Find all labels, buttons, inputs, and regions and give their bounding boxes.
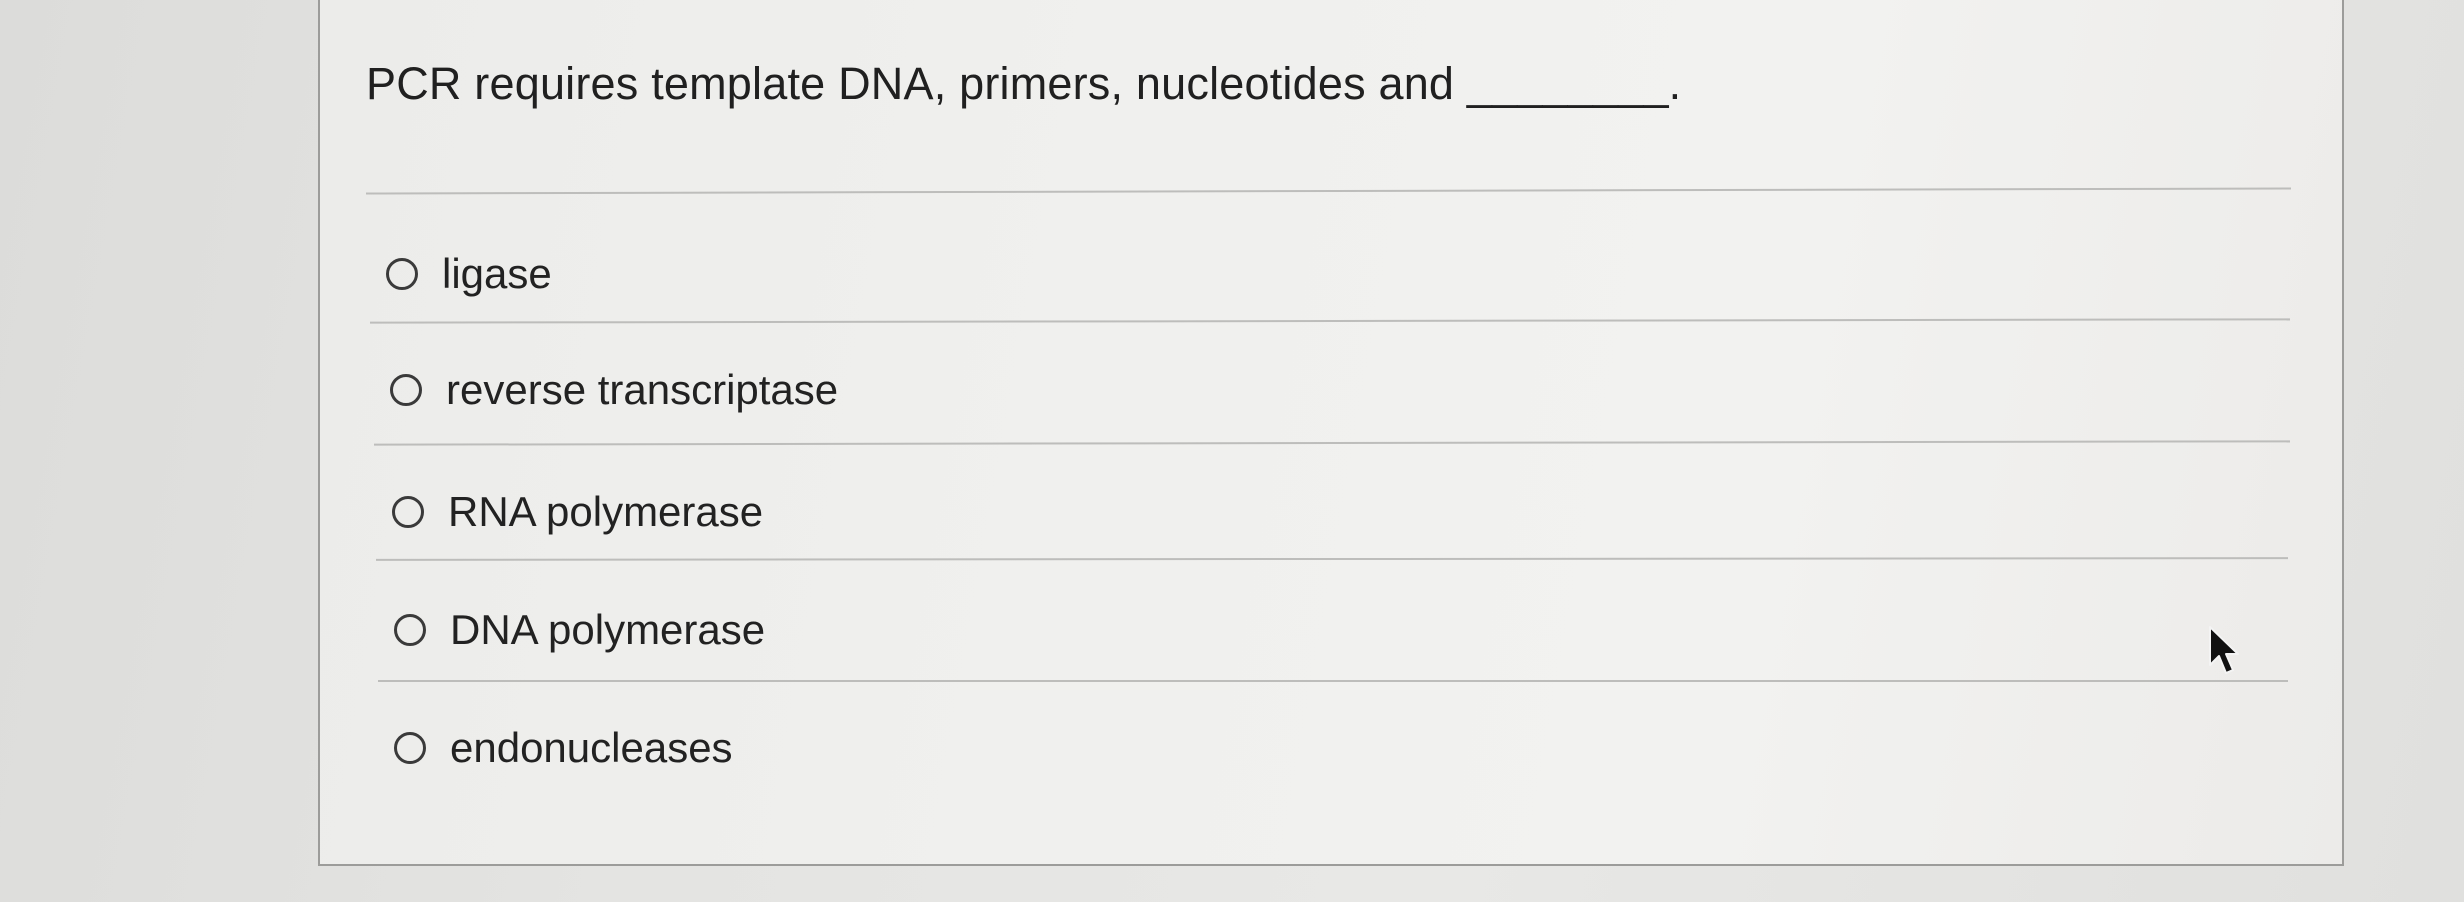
option-reverse-transcriptase[interactable]: reverse transcriptase <box>390 366 838 414</box>
option-label: endonucleases <box>450 724 733 771</box>
question-card: PCR requires template DNA, primers, nucl… <box>318 0 2344 866</box>
option-label: ligase <box>442 250 552 297</box>
question-text: PCR requires template DNA, primers, nucl… <box>366 58 1682 109</box>
option-rna-polymerase[interactable]: RNA polymerase <box>392 488 763 536</box>
radio-icon[interactable] <box>394 732 426 764</box>
radio-icon[interactable] <box>386 258 418 290</box>
divider <box>373 440 2291 446</box>
option-label: RNA polymerase <box>448 488 764 535</box>
radio-icon[interactable] <box>392 496 424 528</box>
divider <box>366 187 2291 195</box>
divider <box>369 318 2291 324</box>
option-ligase[interactable]: ligase <box>386 250 552 298</box>
divider <box>375 557 2289 561</box>
radio-icon[interactable] <box>394 614 426 646</box>
radio-icon[interactable] <box>390 374 422 406</box>
option-label: reverse transcriptase <box>446 366 839 413</box>
option-label: DNA polymerase <box>450 606 766 653</box>
option-endonucleases[interactable]: endonucleases <box>394 724 733 772</box>
mouse-pointer-icon <box>2209 626 2239 674</box>
divider <box>378 680 2288 682</box>
option-dna-polymerase[interactable]: DNA polymerase <box>394 606 765 654</box>
